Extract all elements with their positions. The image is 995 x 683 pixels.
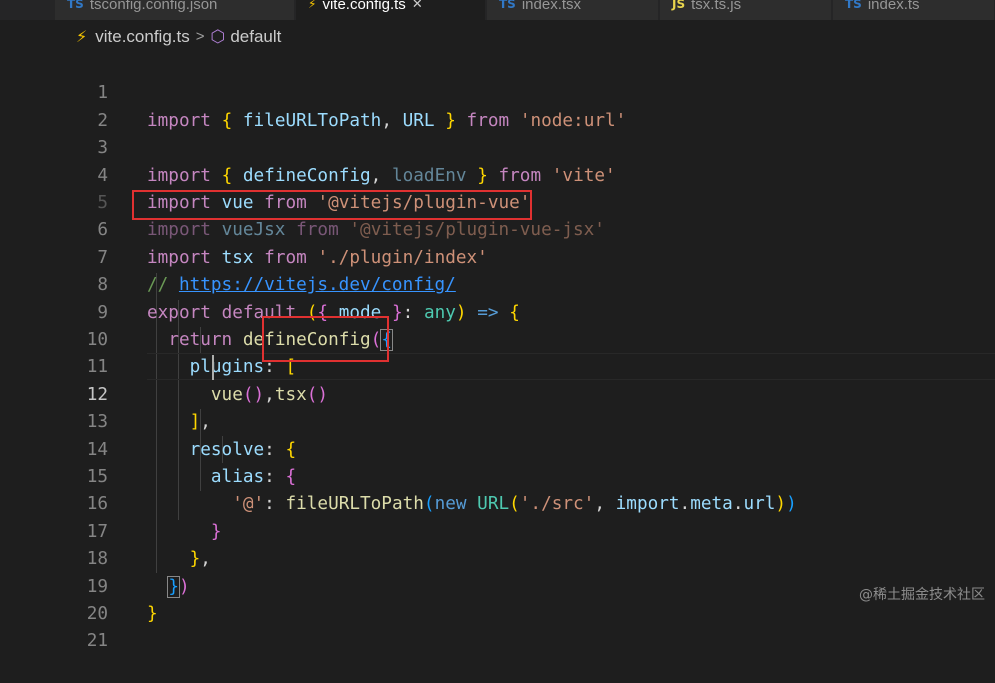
js-icon: JS: [672, 0, 686, 11]
line-number: 21: [86, 631, 108, 652]
ts-icon: TS: [499, 0, 516, 11]
vite-icon: ⚡: [308, 0, 317, 11]
tab-index-ts[interactable]: TS index.ts: [833, 0, 995, 20]
code-line: 3 import { defineConfig, loadEnv } from …: [0, 108, 995, 185]
code-line: 17 },: [0, 491, 995, 569]
highlight-box-tsx-call: [262, 316, 389, 362]
code-line-current: 12 ],: [0, 354, 995, 432]
code-line: 14 alias: {: [0, 409, 995, 487]
code-line: 20: [0, 574, 995, 624]
breadcrumb-symbol[interactable]: default: [230, 27, 281, 47]
breadcrumb: ⚡ vite.config.ts > ⬡ default: [0, 20, 995, 53]
tab-tsconfig-config-json[interactable]: TS tsconfig.config.json: [55, 0, 295, 20]
code-line: 4 import vue from '@vitejs/plugin-vue': [0, 135, 995, 213]
breadcrumb-file[interactable]: vite.config.ts: [95, 27, 190, 47]
code-line: 8 export default ({ mode }: any) => {: [0, 245, 995, 322]
code-line: 11 vue(),tsx(): [0, 327, 995, 404]
watermark: @稀土掘金技术社区: [859, 587, 985, 603]
code-line: 5 import vueJsx from '@vitejs/plugin-vue…: [0, 163, 995, 240]
code-line: 13 resolve: {: [0, 382, 995, 459]
text-caret: [212, 355, 214, 380]
code-line: 1 import { fileURLToPath, URL } from 'no…: [0, 53, 995, 130]
tab-label: vite.config.ts: [322, 0, 406, 13]
code-line: 15 '@': fileURLToPath(new URL('./src', i…: [0, 437, 995, 514]
chevron-right-icon: >: [195, 28, 205, 45]
tab-index-tsx[interactable]: TS index.tsx: [487, 0, 659, 20]
ts-icon: TS: [67, 0, 84, 11]
editor-tab-bar: TS tsconfig.config.json ⚡ vite.config.ts…: [0, 0, 995, 20]
code-line: 2: [0, 80, 995, 131]
code-line: 9 return defineConfig({: [0, 272, 995, 351]
code-line: 16 }: [0, 464, 995, 541]
tab-label: tsx.ts.js: [691, 0, 742, 13]
tab-vite-config-ts[interactable]: ⚡ vite.config.ts ✕: [296, 0, 486, 20]
code-line: 10 plugins: [: [0, 300, 995, 377]
tab-tsx-ts-js[interactable]: JS tsx.ts.js: [660, 0, 832, 20]
code-line: 18 }): [0, 519, 995, 598]
code-editor[interactable]: 1 import { fileURLToPath, URL } from 'no…: [0, 53, 995, 651]
code-line: 21: [0, 601, 995, 651]
tab-label: index.tsx: [521, 0, 582, 13]
code-line: 19 }: [0, 546, 995, 624]
tab-label: index.ts: [867, 0, 920, 13]
highlight-box-import-tsx: [132, 190, 532, 220]
vite-icon: ⚡: [76, 27, 88, 46]
code-line: 7 // https://vitejs.dev/config/: [0, 217, 995, 295]
symbol-cube-icon: ⬡: [210, 26, 226, 47]
tab-label: tsconfig.config.json: [89, 0, 218, 13]
close-icon[interactable]: ✕: [412, 0, 423, 12]
ts-icon: TS: [845, 0, 862, 11]
